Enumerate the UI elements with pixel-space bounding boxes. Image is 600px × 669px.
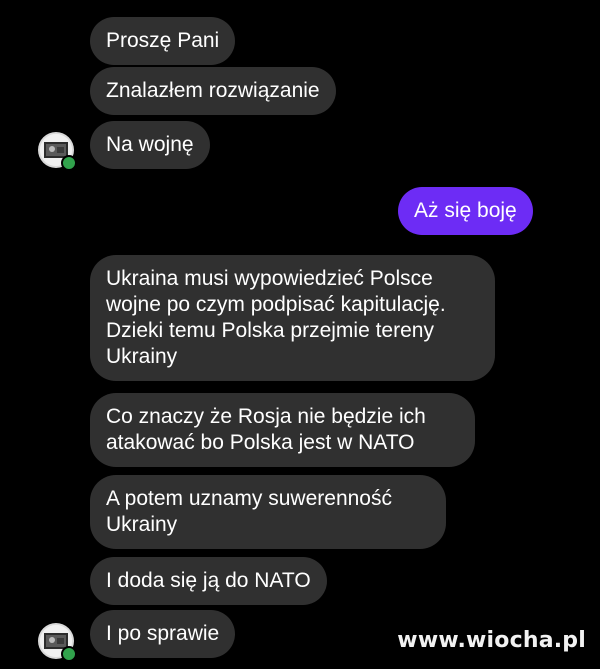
message-bubble-incoming[interactable]: Proszę Pani bbox=[90, 17, 236, 65]
message-bubble-incoming[interactable]: A potem uznamy suwerenność Ukrainy bbox=[90, 475, 446, 549]
message-bubble-incoming[interactable]: I po sprawie bbox=[90, 610, 236, 658]
contact-avatar[interactable] bbox=[38, 623, 77, 662]
message-bubble-incoming[interactable]: Co znaczy że Rosja nie będzie ich atakow… bbox=[90, 393, 475, 467]
online-status-icon bbox=[61, 155, 77, 171]
contact-avatar[interactable] bbox=[38, 132, 77, 171]
message-bubble-outgoing[interactable]: Aż się boję bbox=[398, 187, 533, 235]
message-bubble-incoming[interactable]: I doda się ją do NATO bbox=[90, 557, 327, 605]
message-bubble-incoming[interactable]: Ukraina musi wypowiedzieć Polsce wojne p… bbox=[90, 255, 495, 381]
message-bubble-incoming[interactable]: Znalazłem rozwiązanie bbox=[90, 67, 336, 115]
message-bubble-incoming[interactable]: Na wojnę bbox=[90, 121, 210, 169]
online-status-icon bbox=[61, 646, 77, 662]
chat-thread: Proszę Pani Znalazłem rozwiązanie Na woj… bbox=[0, 0, 600, 669]
watermark: www.wiocha.pl bbox=[397, 628, 586, 653]
